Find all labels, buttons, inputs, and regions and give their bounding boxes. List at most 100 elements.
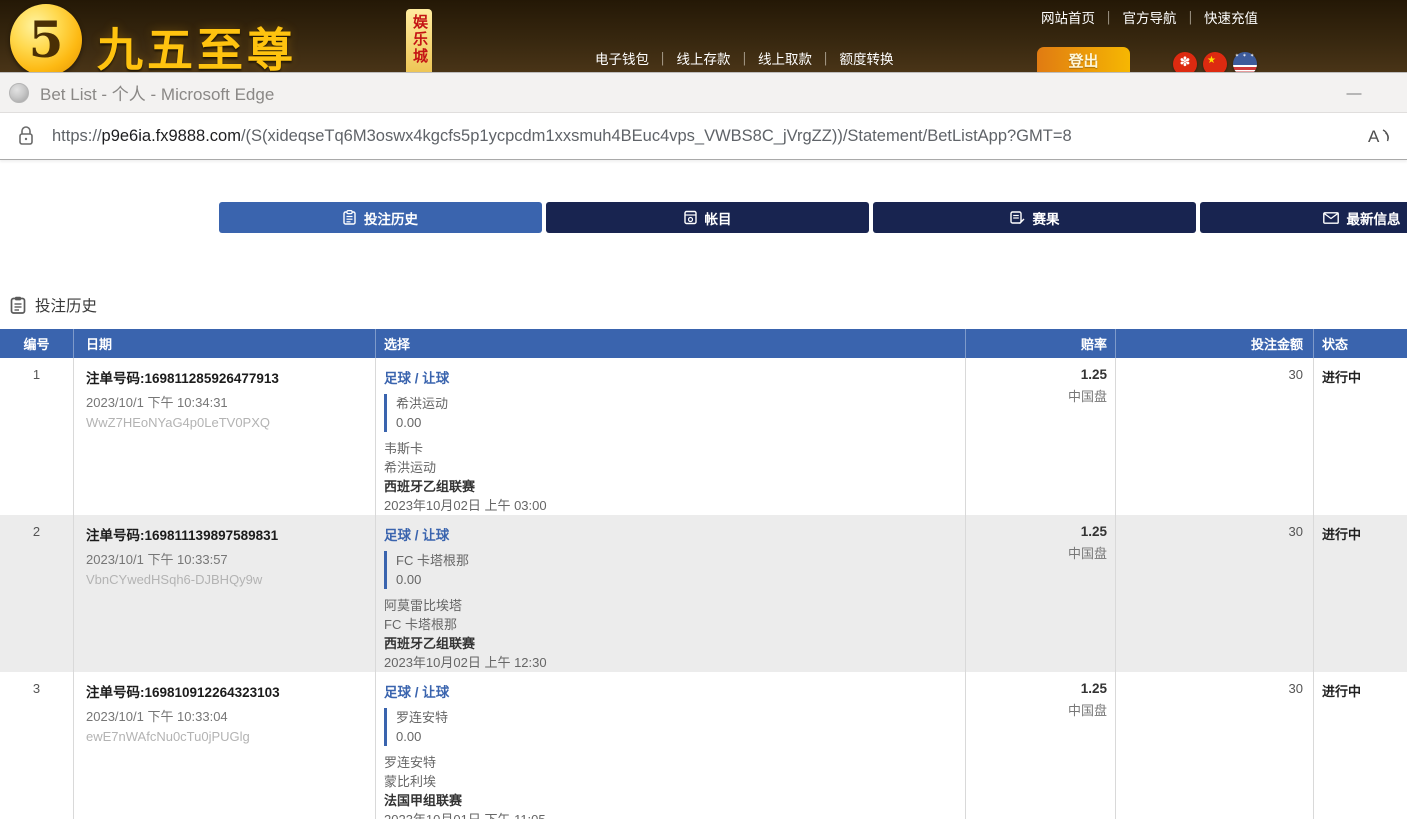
col-header-amount: 投注金额: [1115, 329, 1313, 358]
pick-block: 希洪运动 0.00: [384, 394, 965, 432]
bet-date-cell: 注单号码:169810912264323103 2023/10/1 下午 10:…: [73, 672, 375, 819]
pick-handicap: 0.00: [396, 727, 965, 746]
bet-type-link[interactable]: 足球 / 让球: [384, 681, 965, 701]
window-title: Bet List - 个人 - Microsoft Edge: [40, 80, 274, 105]
brand-logo-icon[interactable]: 5: [10, 4, 82, 72]
pick-team: 希洪运动: [396, 394, 965, 413]
bet-reference-code: WwZ7HEoNYaG4p0LeTV0PXQ: [86, 415, 375, 430]
account-icon: [684, 210, 697, 225]
table-row: 1 注单号码:169811285926477913 2023/10/1 下午 1…: [0, 358, 1407, 515]
nav-deposit-link[interactable]: 线上存款: [677, 52, 731, 67]
bet-date-cell: 注单号码:169811139897589831 2023/10/1 下午 10:…: [73, 515, 375, 672]
site-header: 5 九五至尊 娱乐城 网站首页｜官方导航｜快速充值 电子钱包｜线上存款｜线上取款…: [0, 0, 1407, 72]
event-time: 2023年10月02日 上午 03:00: [384, 496, 965, 515]
odds-cell: 1.25 中国盘: [965, 515, 1115, 672]
bet-type-link[interactable]: 足球 / 让球: [384, 367, 965, 387]
league-name: 西班牙乙组联赛: [384, 477, 965, 496]
bet-placed-time: 2023/10/1 下午 10:33:04: [86, 706, 375, 725]
odds-cell: 1.25 中国盘: [965, 358, 1115, 515]
read-aloud-icon[interactable]: A: [1367, 125, 1393, 152]
tab-account[interactable]: 帐目: [546, 202, 869, 233]
bet-status: 进行中: [1313, 515, 1407, 672]
odds-value: 1.25: [966, 367, 1107, 382]
away-team: FC 卡塔根那: [384, 615, 965, 634]
odds-type: 中国盘: [966, 700, 1107, 719]
tab-latest-news[interactable]: 最新信息: [1200, 202, 1407, 233]
col-header-no: 编号: [0, 334, 73, 353]
pick-block: 罗连安特 0.00: [384, 708, 965, 746]
nav-divider: ｜: [1102, 11, 1116, 26]
bet-date-cell: 注单号码:169811285926477913 2023/10/1 下午 10:…: [73, 358, 375, 515]
event-time: 2023年10月01日 下午 11:05: [384, 810, 965, 819]
section-title: 投注历史: [35, 294, 97, 316]
tab-label: 最新信息: [1347, 208, 1401, 228]
section-header: 投注历史: [10, 294, 1407, 316]
col-header-selection: 选择: [375, 329, 965, 358]
tab-bar: 投注历史 帐目 赛果 最新信息: [219, 202, 1407, 233]
league-name: 西班牙乙组联赛: [384, 634, 965, 653]
pick-handicap: 0.00: [396, 413, 965, 432]
bet-reference-code: ewE7nWAfcNu0cTu0jPUGlg: [86, 729, 375, 744]
bet-placed-time: 2023/10/1 下午 10:33:57: [86, 549, 375, 568]
bet-number: 3: [0, 672, 73, 819]
nav-divider: ｜: [1184, 11, 1198, 26]
nav-divider: ｜: [738, 52, 752, 67]
brand-name: 九五至尊: [97, 14, 297, 72]
nav-withdraw-link[interactable]: 线上取款: [758, 52, 812, 67]
bet-amount: 30: [1115, 672, 1313, 819]
lock-icon[interactable]: [17, 125, 35, 147]
nav-guide-link[interactable]: 官方导航: [1123, 11, 1177, 26]
tab-label: 赛果: [1033, 208, 1060, 228]
favicon-icon: [9, 83, 29, 103]
bet-number: 1: [0, 358, 73, 515]
bet-amount: 30: [1115, 515, 1313, 672]
event-time: 2023年10月02日 上午 12:30: [384, 653, 965, 672]
pick-block: FC 卡塔根那 0.00: [384, 551, 965, 589]
tab-results[interactable]: 赛果: [873, 202, 1196, 233]
odds-type: 中国盘: [966, 386, 1107, 405]
tab-bet-history[interactable]: 投注历史: [219, 202, 542, 233]
home-team: 罗连安特: [384, 753, 965, 772]
url-domain: p9e6ia.fx9888.com: [102, 127, 241, 145]
clipboard-icon: [10, 296, 26, 314]
window-titlebar: Bet List - 个人 - Microsoft Edge —: [0, 72, 1407, 113]
top-nav: 网站首页 ｜ 官方导航 ｜ 快速充值: [1041, 7, 1258, 27]
nav-ewallet-link[interactable]: 电子钱包: [595, 52, 649, 67]
bet-type-link[interactable]: 足球 / 让球: [384, 524, 965, 544]
bet-selection-cell: 足球 / 让球 FC 卡塔根那 0.00 阿莫雷比埃塔 FC 卡塔根那 西班牙乙…: [375, 515, 965, 672]
bet-history-icon: [343, 210, 356, 225]
nav-home-link[interactable]: 网站首页: [1041, 11, 1095, 26]
col-header-date: 日期: [73, 329, 375, 358]
col-header-status: 状态: [1313, 329, 1407, 358]
address-bar[interactable]: https://p9e6ia.fx9888.com/(S(xideqseTq6M…: [0, 113, 1407, 160]
mail-icon: [1323, 212, 1339, 224]
away-team: 希洪运动: [384, 458, 965, 477]
cn-flag-icon[interactable]: [1203, 52, 1227, 72]
pick-team: 罗连安特: [396, 708, 965, 727]
language-flags: [1173, 52, 1257, 72]
us-flag-icon[interactable]: [1233, 52, 1257, 72]
table-row: 3 注单号码:169810912264323103 2023/10/1 下午 1…: [0, 672, 1407, 819]
bet-number: 2: [0, 515, 73, 672]
url-text[interactable]: https://p9e6ia.fx9888.com/(S(xideqseTq6M…: [52, 127, 1072, 146]
svg-text:A: A: [1368, 127, 1380, 146]
url-path: /(S(xideqseTq6M3oswx4kgcfs5p1ycpcdm1xxsm…: [241, 127, 1072, 145]
hk-flag-icon[interactable]: [1173, 52, 1197, 72]
home-team: 阿莫雷比埃塔: [384, 596, 965, 615]
wallet-nav: 电子钱包｜线上存款｜线上取款｜额度转换: [595, 48, 894, 68]
col-header-odds: 赔率: [965, 329, 1115, 358]
bet-amount: 30: [1115, 358, 1313, 515]
nav-transfer-link[interactable]: 额度转换: [840, 52, 894, 67]
bet-status: 进行中: [1313, 672, 1407, 819]
url-scheme: https://: [52, 127, 102, 145]
nav-divider: ｜: [819, 52, 833, 67]
minimize-button[interactable]: —: [1331, 73, 1377, 113]
logout-button[interactable]: 登出: [1037, 47, 1130, 72]
logo-number: 5: [29, 10, 64, 69]
pick-handicap: 0.00: [396, 570, 965, 589]
tab-label: 投注历史: [364, 208, 418, 228]
bet-reference-code: VbnCYwedHSqh6-DJBHQy9w: [86, 572, 375, 587]
table-body: 1 注单号码:169811285926477913 2023/10/1 下午 1…: [0, 358, 1407, 819]
nav-recharge-link[interactable]: 快速充值: [1204, 11, 1258, 26]
away-team: 蒙比利埃: [384, 772, 965, 791]
